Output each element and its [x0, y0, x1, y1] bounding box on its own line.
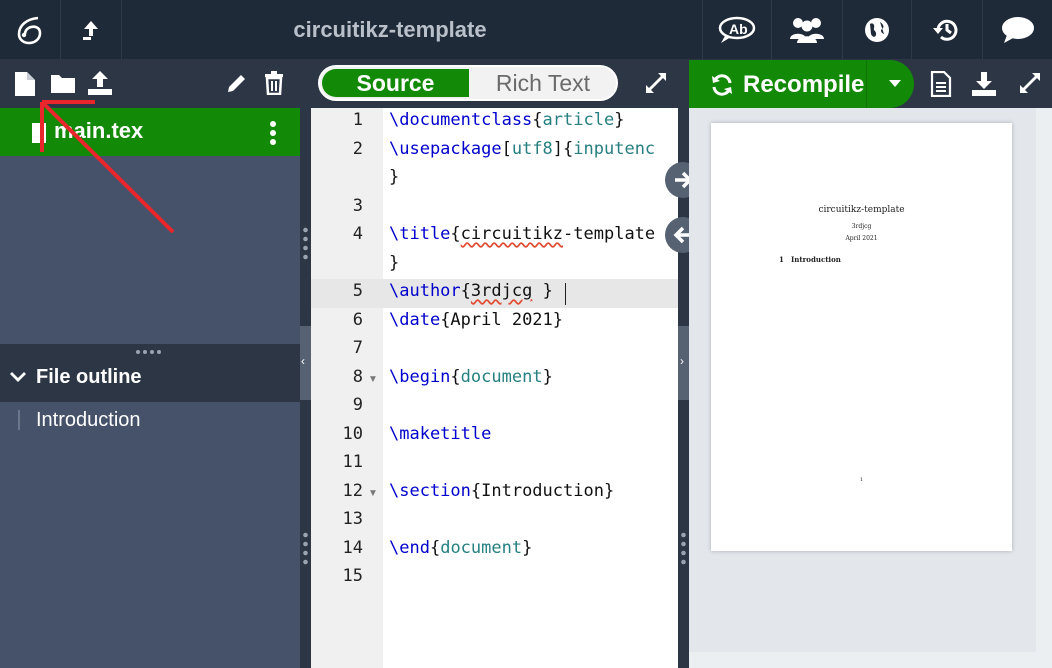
review-button[interactable]: Ab — [703, 0, 771, 59]
rename-icon — [228, 75, 245, 92]
publish-icon — [865, 17, 889, 42]
pdf-page-number: 1 — [859, 477, 864, 483]
download-pdf-button[interactable] — [971, 71, 997, 102]
pdf-section-title: Introduction — [791, 255, 841, 264]
line-number: 13 — [342, 509, 363, 529]
file-outline-header[interactable]: File outline — [0, 354, 300, 402]
line-number: 12 — [342, 481, 363, 501]
line-number: 14 — [342, 538, 363, 558]
review-icon: Ab — [718, 16, 756, 43]
overleaf-logo-icon — [17, 16, 42, 44]
chat-icon — [1001, 16, 1034, 43]
pdf-author: 3rdjcg — [851, 223, 872, 230]
pdf-section-number: 1 — [779, 255, 784, 264]
code-line-10: \maketitle — [389, 424, 492, 444]
rename-button[interactable] — [226, 72, 248, 99]
line-number: 1 — [352, 110, 363, 130]
history-icon — [933, 19, 958, 41]
code-line-12: \section{Introduction} — [389, 481, 615, 501]
publish-button[interactable] — [843, 0, 911, 59]
share-icon — [790, 17, 824, 43]
expand-icon — [1020, 73, 1040, 93]
collapse-right-handle[interactable]: › — [678, 326, 689, 400]
refresh-icon — [712, 74, 732, 96]
back-to-projects-button[interactable] — [61, 0, 121, 59]
line-number: 3 — [352, 196, 363, 216]
line-number: 2 — [352, 139, 363, 159]
recompile-label: Recompile — [743, 71, 865, 98]
fold-arrow-icon[interactable]: ▼ — [368, 488, 378, 499]
top-bar: circuitikz-template Ab — [0, 0, 1052, 59]
annotation-arrow — [40, 100, 175, 234]
line-number: 7 — [352, 338, 363, 358]
download-pdf-icon — [972, 72, 996, 96]
fold-arrow-icon[interactable]: ▼ — [368, 374, 378, 385]
line-number: 5 — [352, 281, 363, 301]
code-line-4-wrap: } — [389, 253, 400, 273]
code-line-8: \begin{document} — [389, 367, 553, 387]
code-line-4: \title{circuitikz-template — [389, 224, 656, 244]
code-editor[interactable] — [383, 108, 678, 668]
preview-scrollbar[interactable] — [1036, 108, 1052, 668]
line-number: 8 — [352, 367, 363, 387]
preview-h-scrollbar[interactable] — [689, 652, 1036, 668]
code-line-5: \author{3rdjcg } — [389, 281, 553, 301]
code-line-2-wrap: } — [389, 167, 400, 187]
logs-button[interactable] — [930, 70, 952, 102]
chevron-down-icon — [10, 372, 26, 382]
file-menu-icon — [270, 121, 276, 145]
svg-text:Ab: Ab — [729, 21, 748, 37]
expand-icon — [646, 73, 666, 93]
outline-guide — [18, 410, 20, 430]
rich-text-mode-button[interactable]: Rich Text — [470, 69, 616, 97]
delete-button[interactable] — [264, 71, 284, 100]
overleaf-menu-button[interactable] — [0, 0, 60, 59]
line-number: 4 — [352, 224, 363, 244]
collapse-left-handle[interactable]: ‹ — [300, 326, 311, 400]
drag-dots-icon — [303, 227, 308, 260]
code-line-6: \date{April 2021} — [389, 310, 564, 330]
pdf-page: circuitikz-template 3rdjcg April 2021 1 … — [711, 123, 1012, 551]
drag-dots-icon — [303, 532, 308, 565]
code-line-1: \documentclass{article} — [389, 110, 625, 130]
delete-icon — [265, 71, 283, 96]
chevron-left-icon: ‹ — [301, 354, 305, 368]
line-number: 10 — [342, 424, 363, 444]
file-menu-button[interactable] — [268, 120, 278, 151]
pdf-title: circuitikz-template — [818, 205, 905, 215]
text-cursor — [565, 283, 566, 305]
history-button[interactable] — [912, 0, 982, 59]
drag-dots-icon — [681, 532, 686, 565]
chat-button[interactable] — [983, 0, 1052, 59]
line-number: 6 — [352, 310, 363, 330]
caret-down-icon[interactable] — [889, 80, 901, 88]
source-mode-button[interactable]: Source — [322, 69, 469, 97]
preview-expand-button[interactable] — [1018, 71, 1042, 100]
recompile-divider — [866, 60, 867, 108]
editor-expand-button[interactable] — [644, 71, 668, 100]
line-number: 11 — [342, 452, 363, 472]
outline-resize-handle[interactable] — [0, 344, 300, 354]
code-line-14: \end{document} — [389, 538, 533, 558]
pdf-date: April 2021 — [845, 235, 878, 242]
outline-item-introduction[interactable]: Introduction — [36, 409, 141, 432]
code-line-2: \usepackage[utf8]{inputenc — [389, 139, 656, 159]
share-button[interactable] — [772, 0, 842, 59]
up-arrow-icon — [83, 20, 98, 40]
project-title[interactable]: circuitikz-template — [200, 0, 580, 59]
line-number: 15 — [342, 566, 363, 586]
outline-title: File outline — [36, 366, 142, 388]
chevron-right-icon: › — [680, 354, 684, 368]
editor-mode-toggle[interactable]: Source Rich Text — [318, 65, 618, 101]
logs-icon — [930, 70, 952, 98]
line-number: 9 — [352, 395, 363, 415]
